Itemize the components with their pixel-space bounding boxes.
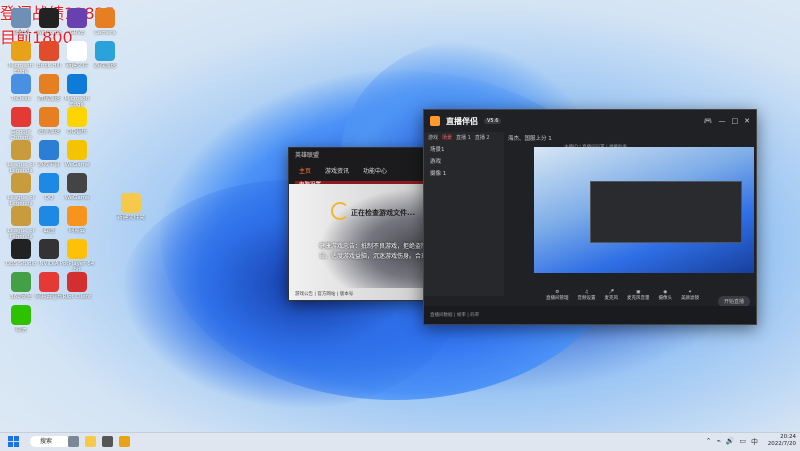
tab-game[interactable]: 游戏 [428,134,438,141]
room-manage-button[interactable]: ⚙ 直播间管理 [546,290,569,301]
camera-button[interactable]: ◉ 摄像头 [659,290,673,301]
desktop-icon[interactable]: Camera [86,8,124,42]
search-label: 搜索 [40,438,53,445]
desktop-icon[interactable]: QQ音乐 [58,107,96,141]
volume-icon[interactable]: 🔊 [726,437,735,447]
app-icon [95,41,115,61]
microphone-button[interactable]: 🎤 麦克风 [605,290,619,301]
maximize-icon[interactable]: □ [732,117,739,125]
language-icon[interactable]: 中 [751,437,758,447]
app-icon [11,8,31,28]
stream-status-bar: 直播间数据 | 帧率 | 码率 [424,306,756,324]
scene-panel: 游戏 场景 直播 1 直播 2 场景1 游戏 摄像 1 [424,132,504,296]
version-badge: V5.6 [484,118,502,124]
app-icon [11,74,31,94]
app-brand: 直播伴侣 [446,116,478,126]
scene-tabs: 游戏 场景 直播 1 直播 2 [424,132,504,143]
system-tray: ⌃ ⌁ 🔊 ▭ 中 [706,437,758,447]
app-icon [67,272,87,292]
audio-settings-button[interactable]: ♫ 音频设置 [578,290,596,301]
app-icon [39,140,59,160]
desktop-icon[interactable]: Riot Client [58,272,96,306]
desktop-icon[interactable]: 微信 [2,305,40,339]
tab-scene[interactable]: 场景 [442,134,452,141]
desktop-icon[interactable]: WeGame [58,140,96,174]
app-icon [95,8,115,28]
mic-volume-button[interactable]: ▣ 麦克风音量 [627,290,650,301]
app-icon [39,206,59,226]
desktop-icon[interactable]: 新建文件夹 [112,193,150,227]
scene-item[interactable]: 游戏 [424,155,504,167]
app-icon [39,107,59,127]
tab-live-2[interactable]: 直播 2 [475,134,490,141]
file-explorer-icon[interactable] [85,436,96,447]
taskbar-apps [68,436,130,447]
desktop-icon[interactable]: PotPlayer 64 bit [58,239,96,273]
network-icon[interactable]: ⌁ [716,437,720,447]
app-icon [39,41,59,61]
app-icon [67,41,87,61]
desktop-icon[interactable]: 游戏加速 [86,41,124,75]
app-icon [67,107,87,127]
app-icon [39,74,59,94]
app-icon [11,239,31,259]
loading-status: 正在检查游戏文件... [351,209,415,217]
task-view-icon[interactable] [68,436,79,447]
windows-start-icon[interactable] [8,436,19,447]
tab-features[interactable]: 功能中心 [363,166,387,175]
app-icon [39,173,59,193]
app-icon [11,107,31,127]
app-logo-icon [430,116,440,126]
tab-news[interactable]: 游戏资讯 [325,166,349,175]
desktop-icon[interactable]: 网易云 [58,206,96,240]
app-icon [67,239,87,259]
app-icon [67,173,87,193]
app-icon [39,239,59,259]
taskbar-clock[interactable]: 20:24 2022/7/20 [768,434,796,448]
window-controls: 🎮 — □ ✕ [704,117,750,125]
app-icon [11,272,31,292]
clock-time: 20:24 [780,434,796,440]
tab-home[interactable]: 主页 [299,166,311,175]
tab-live-1[interactable]: 直播 1 [456,134,471,141]
beauty-filter-button[interactable]: ✦ 美颜滤镜 [681,290,699,301]
desktop-icon[interactable]: Microsoft Edge [58,74,96,108]
scene-item[interactable]: 场景1 [424,143,504,155]
app-icon [11,140,31,160]
taskbar-search[interactable]: 搜索 [30,436,70,447]
minimize-icon[interactable]: — [719,117,726,125]
battery-icon[interactable]: ▭ [739,437,746,447]
app-icon [39,8,59,28]
taskbar: 搜索 ⌃ ⌁ 🔊 ▭ 中 20:24 2022/7/20 [0,432,800,451]
app-icon [11,41,31,61]
app-icon [67,206,87,226]
nested-preview-window [590,181,742,243]
app-icon [67,140,87,160]
loading-spinner-icon [331,202,349,220]
close-icon[interactable]: ✕ [744,117,750,125]
app-icon [11,173,31,193]
app-icon [39,272,59,292]
scene-item[interactable]: 摄像 1 [424,167,504,179]
stream-stats: 直播间数据 | 帧率 | 码率 [430,313,480,318]
chevron-up-icon[interactable]: ⌃ [706,437,712,447]
stream-app-window[interactable]: 直播伴侣 V5.6 🎮 — □ ✕ 海杰、国服上分 1 主播ID | 直播间设置… [423,109,757,325]
desktop-icon-label: Riot Client [62,294,92,300]
app-icon [121,193,141,213]
clock-date: 2022/7/20 [767,441,796,447]
store-icon[interactable] [102,436,113,447]
desktop-icon-label: 新建文件夹 [117,215,145,221]
splash-footer: 游戏公告 | 官方网站 | 版本号 [295,292,354,297]
app-icon [67,74,87,94]
stream-app-header: 直播伴侣 V5.6 🎮 — □ ✕ [424,110,756,132]
app-icon [11,206,31,226]
desktop-icon[interactable]: WeGame [58,173,96,207]
app-icon[interactable] [119,436,130,447]
desktop-icon-label: 微信 [15,327,27,333]
stream-title[interactable]: 海杰、国服上分 1 [508,134,552,142]
app-icon [11,305,31,325]
app-icon [67,8,87,28]
gamepad-icon[interactable]: 🎮 [704,117,713,125]
stream-preview [534,147,754,273]
